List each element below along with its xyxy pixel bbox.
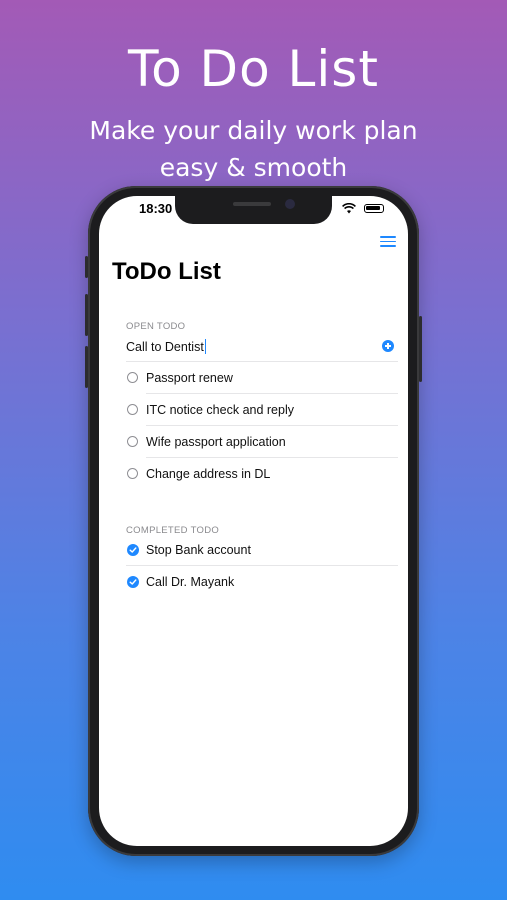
phone-volume-up (85, 294, 88, 336)
todo-label: ITC notice check and reply (146, 403, 294, 417)
front-camera (285, 199, 295, 209)
todo-label: Wife passport application (146, 435, 286, 449)
hamburger-line (380, 240, 396, 243)
list-item[interactable]: Call Dr. Mayank (126, 566, 398, 598)
check-circle-icon[interactable] (127, 544, 139, 556)
phone-mute-switch (85, 256, 88, 278)
hamburger-line (380, 245, 396, 247)
phone-volume-down (85, 346, 88, 388)
todo-label: Change address in DL (146, 467, 271, 481)
radio-empty-icon[interactable] (127, 372, 138, 383)
todo-label: Call Dr. Mayank (146, 575, 235, 589)
radio-empty-icon[interactable] (127, 436, 138, 447)
todo-label: Stop Bank account (146, 543, 251, 557)
radio-empty-icon[interactable] (127, 404, 138, 415)
plus-circle-icon[interactable] (382, 340, 394, 352)
phone-screen: 18:30 ToDo List OPEN TODO Call to Dentis… (99, 196, 408, 846)
list-item[interactable]: ITC notice check and reply (126, 394, 398, 426)
list-item[interactable]: Stop Bank account (126, 534, 398, 566)
status-icons (334, 202, 384, 216)
promo-subtitle-line-2: easy & smooth (159, 153, 348, 182)
new-todo-input-text: Call to Dentist (126, 340, 204, 354)
hamburger-menu-icon (380, 236, 396, 238)
page-title: ToDo List (112, 258, 221, 285)
promo-title: To Do List (128, 40, 379, 98)
menu-button[interactable] (380, 236, 396, 248)
new-todo-input[interactable]: Call to Dentist (126, 339, 207, 354)
promo-subtitle-line-1: Make your daily work plan (89, 116, 418, 145)
check-circle-icon[interactable] (127, 576, 139, 588)
wifi-icon (342, 203, 356, 214)
phone-frame: 18:30 ToDo List OPEN TODO Call to Dentis… (85, 186, 422, 856)
status-time: 18:30 (139, 201, 173, 216)
battery-icon (364, 204, 384, 213)
text-caret (204, 339, 207, 354)
list-item[interactable]: Passport renew (126, 362, 398, 394)
list-item[interactable]: Change address in DL (126, 458, 398, 490)
radio-empty-icon[interactable] (127, 468, 138, 479)
phone-power-button (419, 316, 422, 382)
new-todo-row: Call to Dentist (126, 330, 398, 362)
promo-subtitle: Make your daily work plan easy & smooth (0, 112, 507, 186)
speaker-grille (233, 202, 271, 206)
phone-notch (175, 196, 332, 224)
todo-label: Passport renew (146, 371, 233, 385)
list-item[interactable]: Wife passport application (126, 426, 398, 458)
